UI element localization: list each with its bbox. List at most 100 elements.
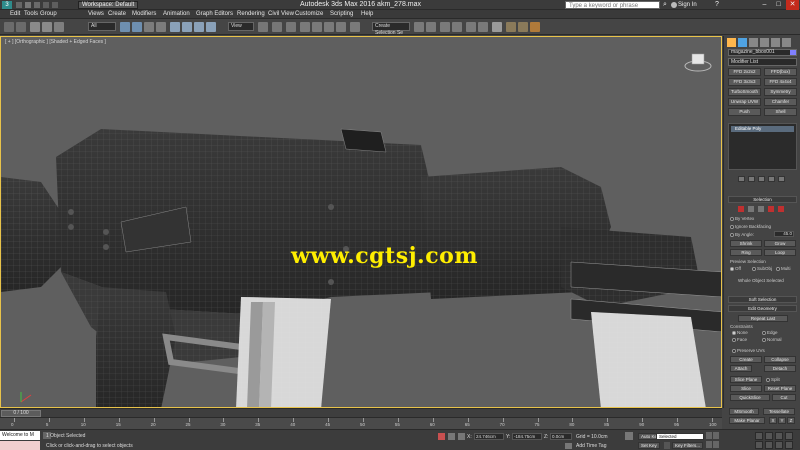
render-production-icon[interactable] [530, 22, 540, 32]
ignore-backfacing-checkbox[interactable]: Ignore Backfacing [730, 224, 771, 229]
menu-group[interactable]: Group [40, 10, 57, 19]
constraint-none-radio[interactable]: None [732, 330, 748, 335]
save-file-icon[interactable] [34, 2, 40, 8]
absolute-mode-icon[interactable] [458, 433, 465, 440]
sign-in-link[interactable]: Sign In [678, 1, 697, 9]
minimize-icon[interactable]: – [758, 0, 771, 10]
planar-y-button[interactable]: Y [778, 417, 786, 424]
redo-icon[interactable] [52, 2, 58, 8]
vertex-mode-icon[interactable] [738, 206, 744, 212]
track-bar[interactable]: 0 5 10 15 20 25 30 35 40 45 50 55 60 65 70 75 80 85 90 95 10… [0, 417, 722, 429]
set-key-button[interactable]: Set Key [638, 442, 660, 449]
pin-stack-icon[interactable] [738, 176, 745, 182]
menu-modifiers[interactable]: Modifiers [132, 10, 156, 19]
modifier-button-turbosmooth[interactable]: TurboSmooth [728, 88, 761, 96]
help-icon[interactable]: ? [715, 1, 723, 9]
menu-scripting[interactable]: Scripting [330, 10, 353, 19]
bind-space-warp-icon[interactable] [54, 22, 64, 32]
show-end-result-icon[interactable] [748, 176, 755, 182]
percent-snap-icon[interactable] [324, 22, 334, 32]
motion-tab-icon[interactable] [760, 38, 769, 47]
loop-button[interactable]: Loop [764, 249, 796, 256]
maxscript-output[interactable] [0, 441, 40, 450]
close-icon[interactable]: ✕ [786, 0, 799, 10]
detach-button[interactable]: Detach [764, 365, 796, 372]
viewport-orthographic[interactable]: [ + ] [Orthographic ] [Shaded + Edged Fa… [0, 36, 722, 408]
user-icon[interactable] [671, 2, 677, 8]
viewport-label[interactable]: [ + ] [Orthographic ] [Shaded + Edged Fa… [5, 39, 106, 45]
workspace-dropdown[interactable]: Workspace: Default [78, 1, 139, 9]
quickslice-button[interactable]: QuickSlice [730, 394, 770, 401]
element-mode-icon[interactable] [778, 206, 784, 212]
modifier-button-ffd-2x2x2[interactable]: FFD 2x2x2 [728, 68, 761, 76]
make-planar-button[interactable]: Make Planar [729, 417, 765, 424]
make-unique-icon[interactable] [758, 176, 765, 182]
material-editor-icon[interactable] [492, 22, 502, 32]
select-link-icon[interactable] [30, 22, 40, 32]
orbit-icon[interactable] [775, 441, 783, 449]
ring-button[interactable]: Ring [730, 249, 762, 256]
by-angle-checkbox[interactable]: By Angle: [730, 232, 754, 237]
rendered-frame-window-icon[interactable] [518, 22, 528, 32]
maxscript-listener[interactable]: Welcome to M [0, 431, 40, 440]
menu-rendering[interactable]: Rendering [237, 10, 265, 19]
angle-snap-icon[interactable] [312, 22, 322, 32]
edit-named-selection-icon[interactable] [350, 22, 360, 32]
move-icon[interactable] [170, 22, 180, 32]
zoom-all-icon[interactable] [765, 432, 773, 440]
select-object-icon[interactable] [120, 22, 130, 32]
open-file-icon[interactable] [25, 2, 31, 8]
constraint-face-radio[interactable]: Face [732, 337, 747, 342]
align-icon[interactable] [426, 22, 436, 32]
add-time-tag-button[interactable]: Add Time Tag [576, 443, 606, 449]
y-coord-field[interactable]: -184.75cm [512, 433, 542, 440]
slice-plane-button[interactable]: Slice Plane [730, 376, 762, 383]
create-button[interactable]: Create [730, 356, 762, 363]
menu-graph-editors[interactable]: Graph Editors [196, 10, 233, 19]
menu-edit[interactable]: Edit [10, 10, 20, 19]
field-of-view-icon[interactable] [755, 441, 763, 449]
key-filters-button[interactable]: Key Filters... [672, 442, 704, 449]
viewcube-icon[interactable] [684, 51, 712, 73]
by-vertex-checkbox[interactable]: By Vertex [730, 216, 754, 221]
curve-editor-icon[interactable] [466, 22, 476, 32]
selection-filter-dropdown[interactable]: All [88, 22, 116, 31]
menu-views[interactable]: Views [88, 10, 104, 19]
rectangle-selection-icon[interactable] [144, 22, 154, 32]
preview-subobj-radio[interactable]: SubObj [752, 266, 772, 271]
modifier-button-shell[interactable]: Shell [764, 108, 797, 116]
time-slider-thumb[interactable]: 0 / 100 [1, 410, 41, 417]
x-coord-field[interactable]: 24.746cm [474, 433, 504, 440]
search-input[interactable]: Type a keyword or phrase [565, 1, 660, 9]
modifier-button-ffd-4x4x4[interactable]: FFD 4x4x4 [764, 78, 797, 86]
soft-selection-rollout[interactable]: Soft Selection [728, 296, 797, 303]
key-icon[interactable] [664, 442, 670, 449]
hierarchy-tab-icon[interactable] [749, 38, 758, 47]
spinner-snap-icon[interactable] [336, 22, 346, 32]
binoculars-icon[interactable]: ⌕ [663, 1, 671, 9]
msmooth-button[interactable]: MSmooth [729, 408, 759, 415]
selection-rollout[interactable]: Selection [728, 196, 797, 203]
display-tab-icon[interactable] [771, 38, 780, 47]
object-name-field[interactable]: magazine_bbox001 [728, 49, 797, 56]
collapse-button[interactable]: Collapse [764, 356, 796, 363]
remove-modifier-icon[interactable] [768, 176, 775, 182]
time-tag-icon[interactable] [565, 443, 572, 449]
select-manipulate-icon[interactable] [272, 22, 282, 32]
go-to-start-icon[interactable] [706, 432, 712, 439]
configure-modifier-sets-icon[interactable] [778, 176, 785, 182]
time-slider[interactable]: 0 / 100 [0, 408, 722, 417]
zoom-icon[interactable] [755, 432, 763, 440]
layer-manager-icon[interactable] [440, 22, 450, 32]
reset-plane-button[interactable]: Reset Plane [764, 385, 796, 392]
utilities-tab-icon[interactable] [782, 38, 791, 47]
next-frame-icon[interactable] [713, 441, 719, 448]
modifier-button-ffd-3x3x3[interactable]: FFD 3x3x3 [728, 78, 761, 86]
redo-tool-icon[interactable] [16, 22, 26, 32]
menu-civil-view[interactable]: Civil View [268, 10, 294, 19]
menu-animation[interactable]: Animation [163, 10, 190, 19]
menu-customize[interactable]: Customize [295, 10, 323, 19]
set-key-icon[interactable] [625, 432, 633, 440]
named-selection-dropdown[interactable]: Create Selection Se [372, 22, 410, 36]
key-mode-dropdown[interactable]: Selected [656, 433, 704, 440]
